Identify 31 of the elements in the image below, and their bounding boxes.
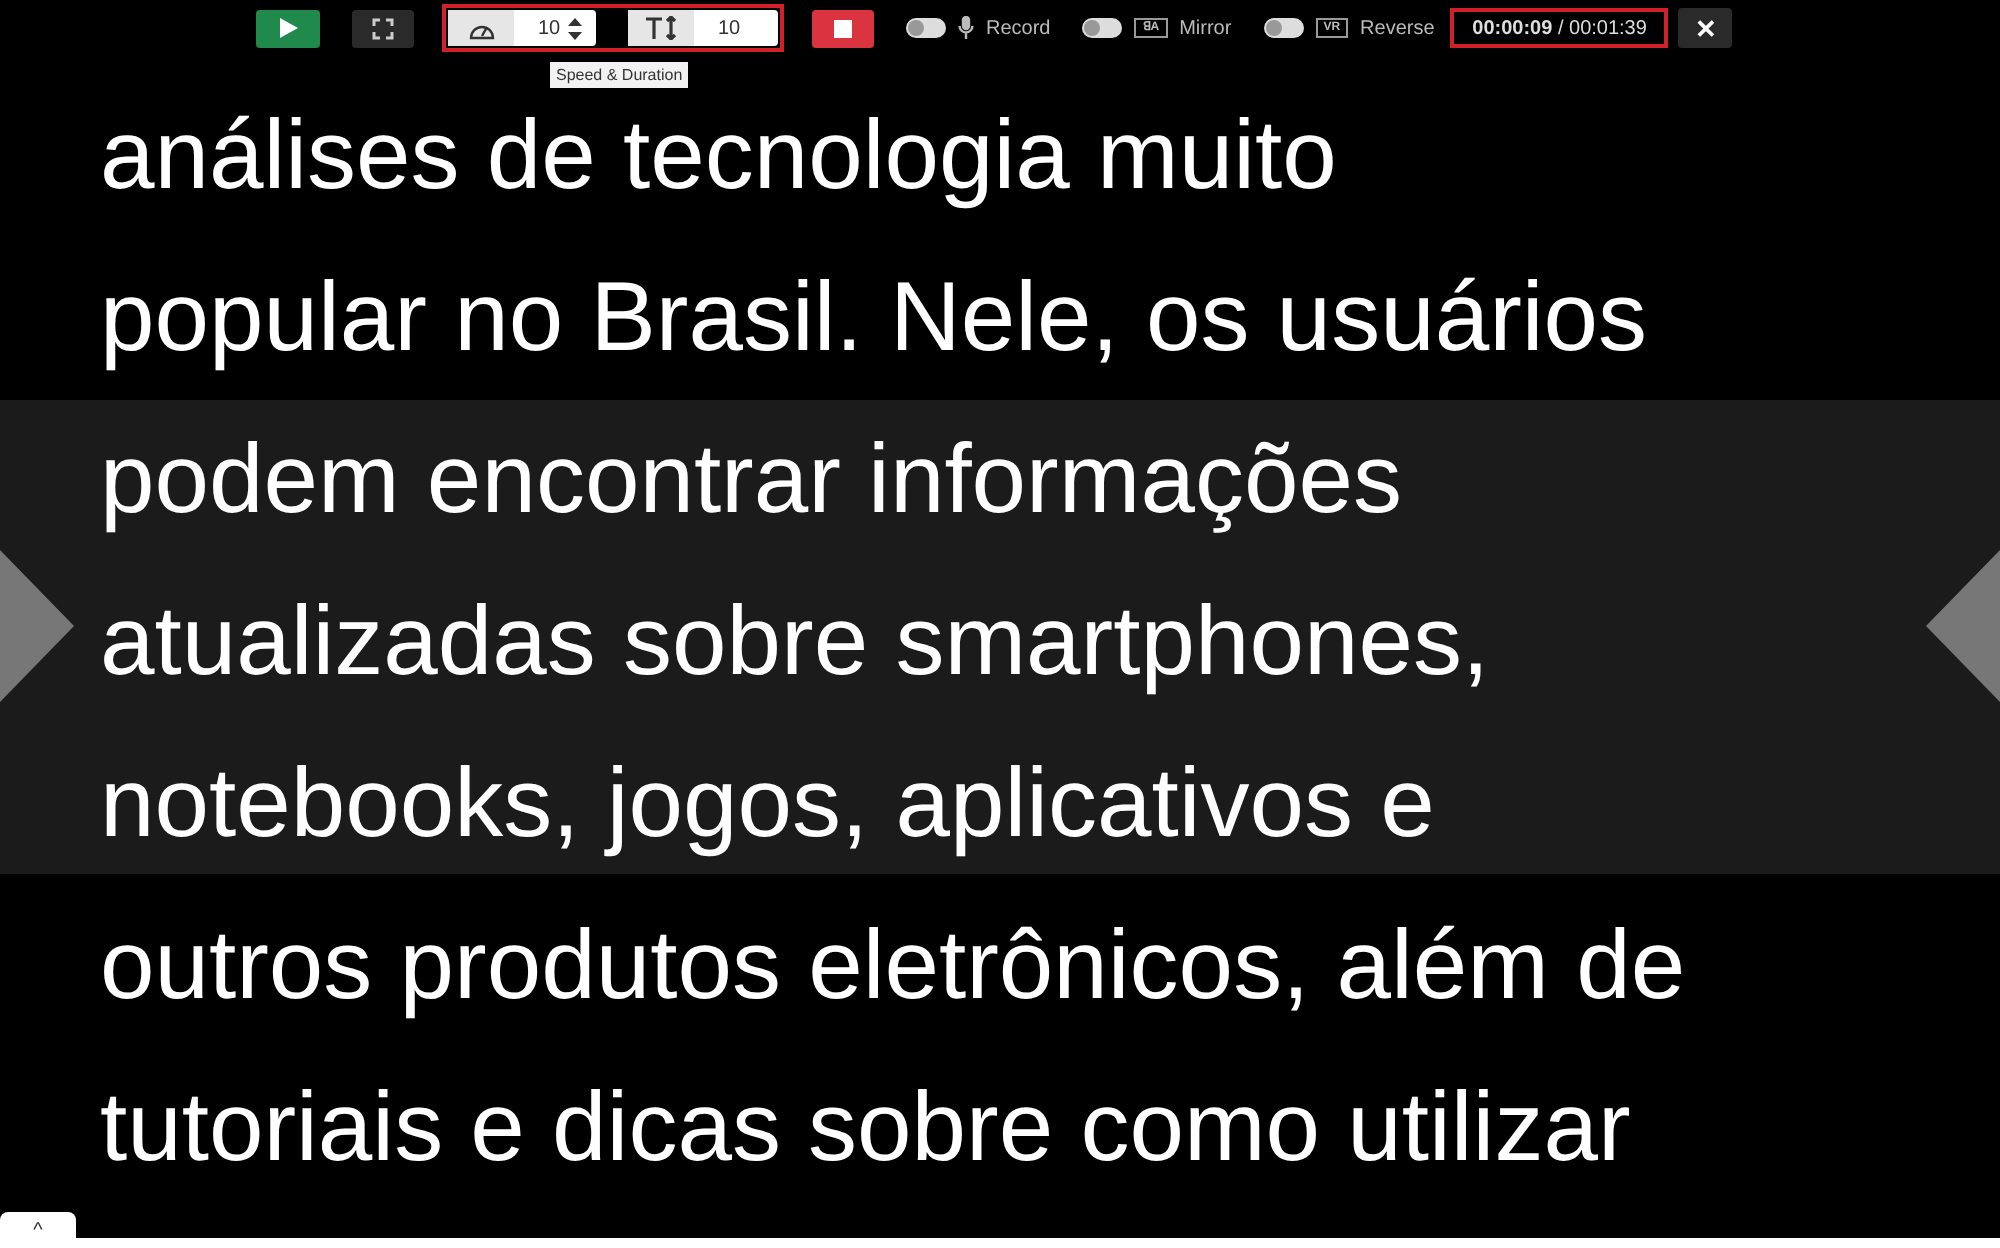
text-height-icon bbox=[643, 16, 679, 40]
speed-control[interactable]: 10 bbox=[448, 10, 596, 46]
toggle-label: Mirror bbox=[1179, 17, 1232, 39]
close-button[interactable]: ✕ bbox=[1678, 8, 1733, 48]
fullscreen-button[interactable] bbox=[352, 9, 414, 47]
play-button[interactable] bbox=[256, 9, 320, 47]
spinner-icon[interactable] bbox=[568, 17, 583, 39]
microphone-icon bbox=[958, 16, 974, 40]
tooltip: Speed & Duration bbox=[550, 62, 689, 88]
speed-value: 10 bbox=[538, 17, 561, 39]
text-size-control[interactable]: 10 bbox=[628, 10, 778, 46]
script-line: atualizadas sobre smartphones, bbox=[100, 586, 1490, 698]
time-display: 00:00:09 / 00:01:39 bbox=[1450, 8, 1669, 48]
left-marker-icon bbox=[0, 550, 74, 702]
toggle-label: Reverse bbox=[1360, 17, 1435, 39]
right-marker-icon bbox=[1926, 550, 2000, 702]
toggle-switch[interactable] bbox=[1082, 18, 1123, 38]
toggle-switch[interactable] bbox=[1263, 18, 1304, 38]
play-icon bbox=[276, 16, 300, 40]
script-line: podem encontrar informações bbox=[100, 424, 1402, 536]
script-line: tutoriais e dicas sobre como utilizar bbox=[100, 1072, 1631, 1184]
script-line: outros produtos eletrônicos, além de bbox=[100, 910, 1686, 1022]
script-line: notebooks, jogos, aplicativos e bbox=[100, 748, 1435, 860]
text-size-value: 10 bbox=[718, 17, 741, 39]
stop-icon bbox=[834, 19, 852, 37]
fullscreen-icon bbox=[372, 17, 394, 39]
script-line: análises de tecnologia muito bbox=[100, 100, 1337, 212]
toggle-label: Record bbox=[986, 17, 1051, 39]
script-line: popular no Brasil. Nele, os usuários bbox=[100, 262, 1648, 374]
stop-button[interactable] bbox=[812, 9, 874, 47]
toggle-switch[interactable] bbox=[906, 18, 946, 38]
